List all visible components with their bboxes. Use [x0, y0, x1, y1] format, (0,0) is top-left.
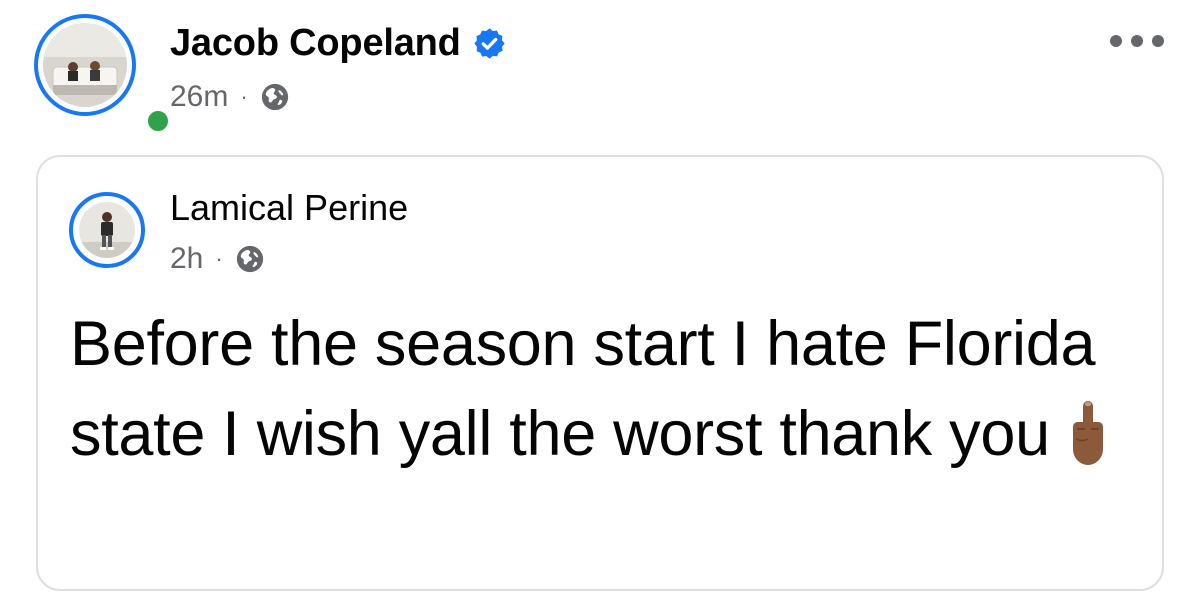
- author-avatar[interactable]: [34, 14, 172, 135]
- globe-icon[interactable]: [260, 82, 290, 112]
- shared-author-name[interactable]: Lamical Perine: [170, 187, 408, 229]
- meta-separator: ·: [240, 84, 248, 109]
- post-timestamp[interactable]: 26m: [170, 80, 228, 114]
- avatar-photo: [43, 23, 127, 107]
- post-meta: 26m ·: [170, 80, 290, 114]
- meta-separator: ·: [215, 246, 223, 271]
- more-options-icon[interactable]: [1110, 28, 1164, 54]
- shared-author-avatar[interactable]: [69, 192, 145, 268]
- post-body: Before the season start I hate Florida s…: [70, 299, 1150, 479]
- author-name[interactable]: Jacob Copeland: [170, 22, 461, 65]
- more-dot: [1152, 35, 1164, 47]
- more-dot: [1131, 35, 1143, 47]
- middle-finger-icon: [1064, 399, 1112, 469]
- shared-avatar-photo: [79, 202, 135, 258]
- shared-post-card[interactable]: Lamical Perine 2h · Before the season st…: [36, 155, 1164, 591]
- author-row: Jacob Copeland: [170, 22, 506, 65]
- globe-icon[interactable]: [235, 244, 265, 274]
- verified-badge-icon: [473, 27, 506, 60]
- online-status-dot: [144, 107, 172, 135]
- shared-post-meta: 2h ·: [170, 242, 265, 276]
- post-text: Before the season start I hate Florida s…: [70, 309, 1096, 469]
- shared-post-timestamp[interactable]: 2h: [170, 242, 203, 276]
- more-dot: [1110, 35, 1122, 47]
